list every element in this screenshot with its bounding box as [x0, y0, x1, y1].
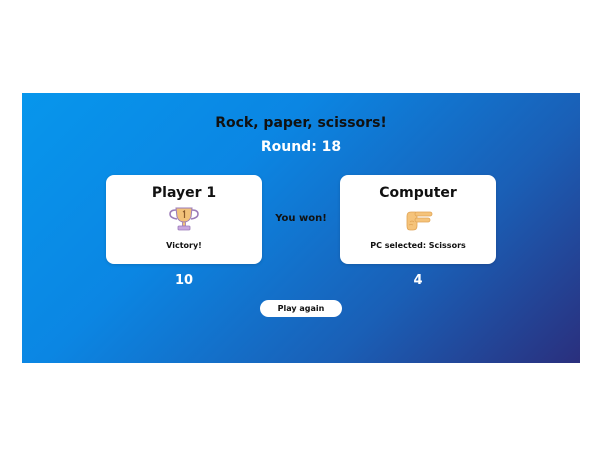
game-board: Rock, paper, scissors! Round: 18 Player …: [22, 93, 580, 363]
scissors-hand-icon: [406, 211, 433, 231]
play-again-button[interactable]: Play again: [260, 300, 342, 317]
computer-caption: PC selected: Scissors: [370, 241, 466, 250]
computer-score: 4: [413, 273, 423, 288]
computer-card: Computer PC selected: Scissors: [340, 175, 496, 264]
round-result: You won!: [275, 213, 327, 224]
player-name: Player 1: [151, 185, 217, 201]
computer-name: Computer: [379, 185, 457, 201]
round-counter: Round: 18: [260, 139, 342, 155]
player-caption: Victory!: [166, 241, 202, 250]
player-card: Player 1 Victory!: [106, 175, 262, 264]
player-score: 10: [174, 273, 194, 288]
trophy-icon: [169, 207, 199, 231]
game-title: Rock, paper, scissors!: [215, 115, 387, 131]
